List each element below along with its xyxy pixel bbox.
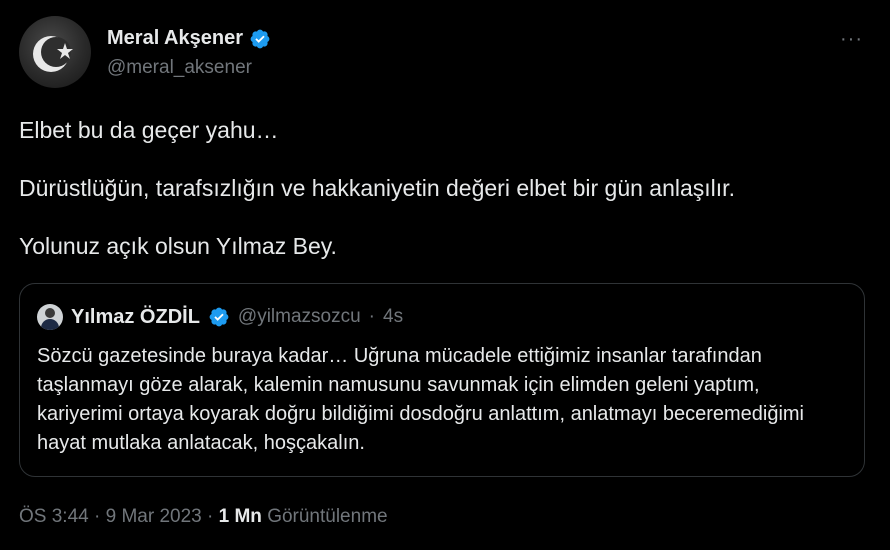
views-label: Görüntülenme xyxy=(267,506,388,527)
verified-badge-icon xyxy=(209,307,229,327)
author-name[interactable]: Meral Akşener xyxy=(107,27,243,50)
quoted-tweet-header: Yılmaz ÖZDİL @yilmazsozcu · 4s xyxy=(37,304,403,330)
author-avatar[interactable] xyxy=(19,16,91,88)
tweet-paragraph: Dürüstlüğün, tarafsızlığın ve hakkaniyet… xyxy=(19,175,735,201)
quoted-author-avatar xyxy=(37,304,63,330)
tweet-text: Elbet bu da geçer yahu… Dürüstlüğün, tar… xyxy=(19,115,871,289)
tweet-paragraph: Elbet bu da geçer yahu… xyxy=(19,117,279,143)
author-name-row: Meral Akşener xyxy=(107,27,271,50)
quoted-tweet-text: Sözcü gazetesinde buraya kadar… Uğruna m… xyxy=(37,345,805,454)
tweet-time[interactable]: ÖS 3:44 xyxy=(19,506,89,527)
verified-badge-icon xyxy=(250,29,270,48)
crescent-star-icon xyxy=(33,36,73,72)
separator-dot: · xyxy=(94,506,101,527)
author-handle[interactable]: @meral_aksener xyxy=(107,57,252,79)
separator-dot: · xyxy=(207,506,214,527)
more-options-icon[interactable]: ··· xyxy=(840,28,863,51)
quoted-tweet-age: 4s xyxy=(383,306,404,327)
tweet-header: Meral Akşener @meral_aksener ··· xyxy=(19,16,871,88)
quoted-tweet-card[interactable]: Yılmaz ÖZDİL @yilmazsozcu · 4s Sözcü gaz… xyxy=(19,283,865,477)
tweet-paragraph: Yolunuz açık olsun Yılmaz Bey. xyxy=(19,233,337,259)
tweet-date[interactable]: 9 Mar 2023 xyxy=(106,506,202,527)
quoted-author-name: Yılmaz ÖZDİL xyxy=(71,305,200,328)
separator-dot: · xyxy=(368,306,375,327)
views-count: 1 Mn xyxy=(218,506,262,527)
tweet-meta: ÖS 3:44 · 9 Mar 2023 · 1 Mn Görüntülenme xyxy=(19,506,388,528)
quoted-author-handle: @yilmazsozcu xyxy=(237,306,361,327)
